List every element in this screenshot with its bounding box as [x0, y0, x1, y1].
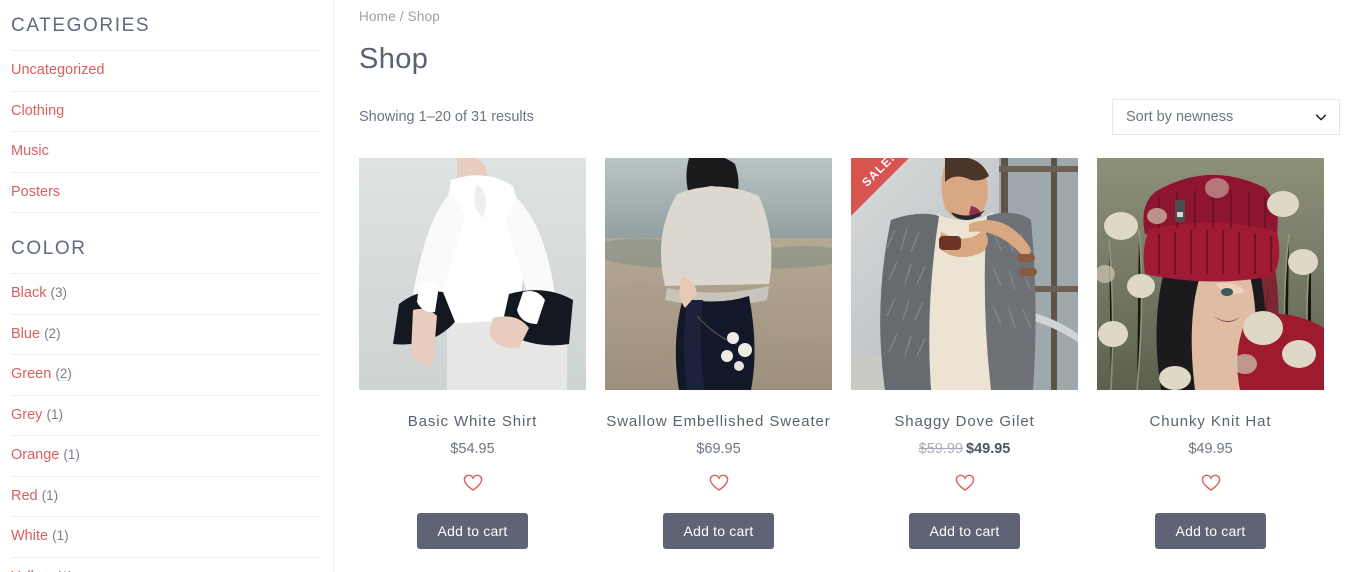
- widget-color: COLOR Black (3) Blue (2) Green (2) Grey …: [11, 213, 321, 572]
- result-bar: Showing 1–20 of 31 results Sort by newne…: [359, 99, 1340, 135]
- sidebar-item-grey[interactable]: Grey (1): [11, 394, 321, 436]
- heart-icon: [1201, 474, 1220, 491]
- color-list: Black (3) Blue (2) Green (2) Grey (1) Or…: [11, 273, 321, 572]
- color-count-black: (3): [50, 285, 68, 300]
- color-count-orange: (1): [63, 447, 80, 462]
- category-link-uncategorized[interactable]: Uncategorized: [11, 62, 105, 78]
- product-image-link[interactable]: [1097, 158, 1324, 390]
- product-title[interactable]: Swallow Embellished Sweater: [605, 411, 832, 433]
- product-image-shaggy-dove-gilet: [851, 158, 1078, 390]
- product-price: $69.95: [696, 441, 741, 457]
- shop-main: Home / Shop Shop Showing 1–20 of 31 resu…: [334, 0, 1353, 572]
- add-to-cart-button[interactable]: Add to cart: [662, 513, 775, 549]
- color-link-yellow[interactable]: Yellow: [11, 569, 52, 572]
- chevron-down-icon: [1314, 110, 1328, 124]
- breadcrumb: Home / Shop: [359, 0, 1340, 24]
- color-link-black[interactable]: Black: [11, 285, 46, 301]
- sidebar-item-yellow[interactable]: Yellow (1): [11, 556, 321, 572]
- product-card[interactable]: Basic White Shirt $54.95 Add to cart: [359, 158, 586, 549]
- add-to-cart-button[interactable]: Add to cart: [1154, 513, 1267, 549]
- product-price: $54.95: [450, 441, 495, 457]
- category-link-clothing[interactable]: Clothing: [11, 103, 64, 119]
- color-count-red: (1): [41, 487, 59, 503]
- product-regular-price: $59.99: [918, 441, 963, 457]
- product-image-swallow-embellished-sweater: [605, 158, 832, 390]
- color-link-grey[interactable]: Grey: [11, 407, 42, 423]
- product-title[interactable]: Chunky Knit Hat: [1097, 411, 1324, 433]
- color-count-green: (2): [55, 366, 72, 381]
- color-link-red[interactable]: Red: [11, 488, 38, 504]
- categories-list: Uncategorized Clothing Music Posters: [11, 50, 321, 213]
- shop-page: CATEGORIES Uncategorized Clothing Music …: [0, 0, 1353, 572]
- result-count: Showing 1–20 of 31 results: [359, 109, 534, 125]
- product-card[interactable]: Chunky Knit Hat $49.95 Add to cart: [1097, 158, 1324, 549]
- product-image-basic-white-shirt: [359, 158, 586, 390]
- product-title[interactable]: Basic White Shirt: [359, 411, 586, 433]
- product-sale-price: $49.95: [966, 441, 1011, 457]
- color-link-orange[interactable]: Orange: [11, 447, 59, 463]
- color-link-green[interactable]: Green: [11, 366, 51, 382]
- shop-sidebar: CATEGORIES Uncategorized Clothing Music …: [0, 0, 334, 572]
- widget-title-color: COLOR: [11, 238, 87, 259]
- sort-select-value: Sort by newness: [1126, 109, 1234, 125]
- widget-title-categories: CATEGORIES: [11, 15, 151, 36]
- sidebar-item-orange[interactable]: Orange (1): [11, 435, 321, 476]
- wishlist-button[interactable]: [1097, 474, 1324, 492]
- heart-icon: [463, 474, 482, 491]
- heart-icon: [709, 474, 728, 491]
- sidebar-item-music[interactable]: Music: [11, 131, 321, 172]
- color-count-white: (1): [52, 528, 69, 543]
- category-link-music[interactable]: Music: [11, 143, 49, 159]
- product-image-link[interactable]: SALE!: [851, 158, 1078, 390]
- page-title: Shop: [359, 43, 429, 75]
- sidebar-item-black[interactable]: Black (3): [11, 273, 321, 314]
- sidebar-item-white[interactable]: White (1): [11, 516, 321, 557]
- product-card[interactable]: SALE! Shaggy Dove Gilet $59.99 $49.95 Add…: [851, 158, 1078, 549]
- product-image-link[interactable]: [359, 158, 586, 390]
- color-link-white[interactable]: White: [11, 528, 48, 544]
- color-count-grey: (1): [46, 406, 63, 422]
- product-price: $59.99 $49.95: [851, 439, 1078, 459]
- sidebar-item-uncategorized[interactable]: Uncategorized: [11, 50, 321, 91]
- add-to-cart-button[interactable]: Add to cart: [416, 513, 529, 549]
- color-count-yellow: (1): [56, 569, 73, 572]
- wishlist-button[interactable]: [851, 474, 1078, 492]
- sidebar-item-blue[interactable]: Blue (2): [11, 313, 321, 355]
- product-grid: Basic White Shirt $54.95 Add to cart Swa…: [359, 158, 1340, 549]
- product-card[interactable]: Swallow Embellished Sweater $69.95 Add t…: [605, 158, 832, 549]
- add-to-cart-button[interactable]: Add to cart: [908, 513, 1021, 549]
- breadcrumb-home[interactable]: Home: [359, 9, 396, 24]
- sidebar-item-posters[interactable]: Posters: [11, 171, 321, 213]
- sidebar-item-red[interactable]: Red (1): [11, 475, 321, 517]
- breadcrumb-current: Shop: [407, 9, 441, 24]
- heart-icon: [955, 474, 974, 491]
- product-price: $49.95: [1188, 441, 1233, 457]
- product-title[interactable]: Shaggy Dove Gilet: [851, 411, 1078, 433]
- widget-categories: CATEGORIES Uncategorized Clothing Music …: [11, 0, 321, 213]
- product-image-chunky-knit-hat: [1097, 158, 1324, 390]
- sidebar-item-green[interactable]: Green (2): [11, 354, 321, 395]
- breadcrumb-separator: /: [399, 9, 404, 24]
- wishlist-button[interactable]: [359, 474, 586, 492]
- sidebar-item-clothing[interactable]: Clothing: [11, 90, 321, 132]
- color-link-blue[interactable]: Blue: [11, 326, 40, 342]
- product-image-link[interactable]: [605, 158, 832, 390]
- category-link-posters[interactable]: Posters: [11, 184, 60, 200]
- color-count-blue: (2): [44, 325, 61, 341]
- sort-select[interactable]: Sort by newness: [1112, 99, 1340, 135]
- wishlist-button[interactable]: [605, 474, 832, 492]
